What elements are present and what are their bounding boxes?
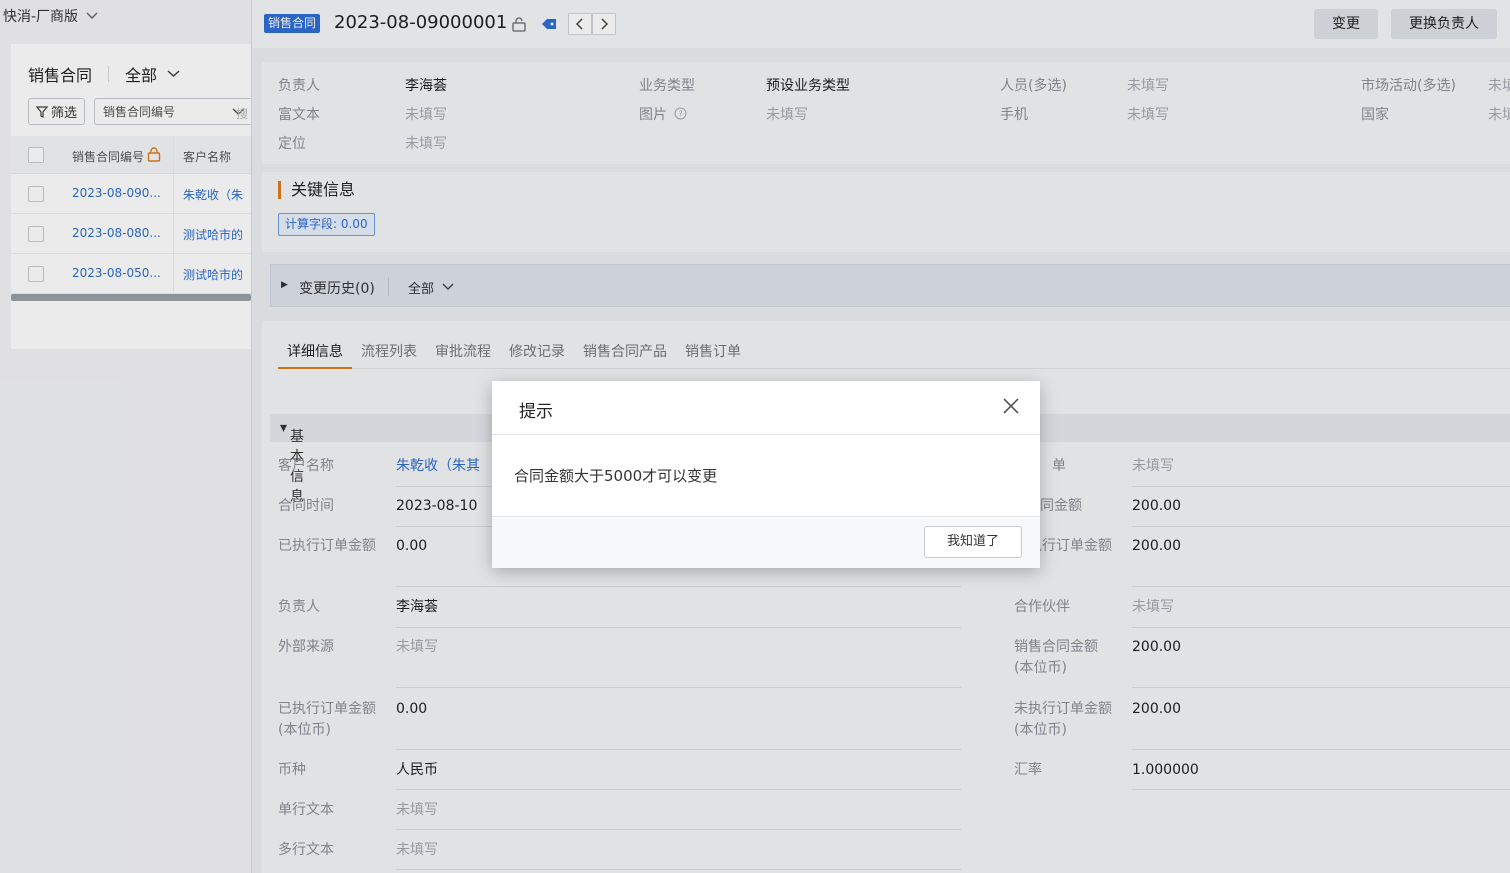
alert-dialog: 提示 合同金额大于5000才可以变更 我知道了 — [492, 381, 1040, 568]
dialog-header: 提示 — [492, 381, 1040, 435]
dialog-title: 提示 — [519, 402, 553, 422]
close-icon[interactable] — [1000, 395, 1022, 417]
dialog-message: 合同金额大于5000才可以变更 — [514, 467, 718, 485]
dialog-footer: 我知道了 — [492, 516, 1040, 568]
ok-button[interactable]: 我知道了 — [924, 526, 1022, 558]
